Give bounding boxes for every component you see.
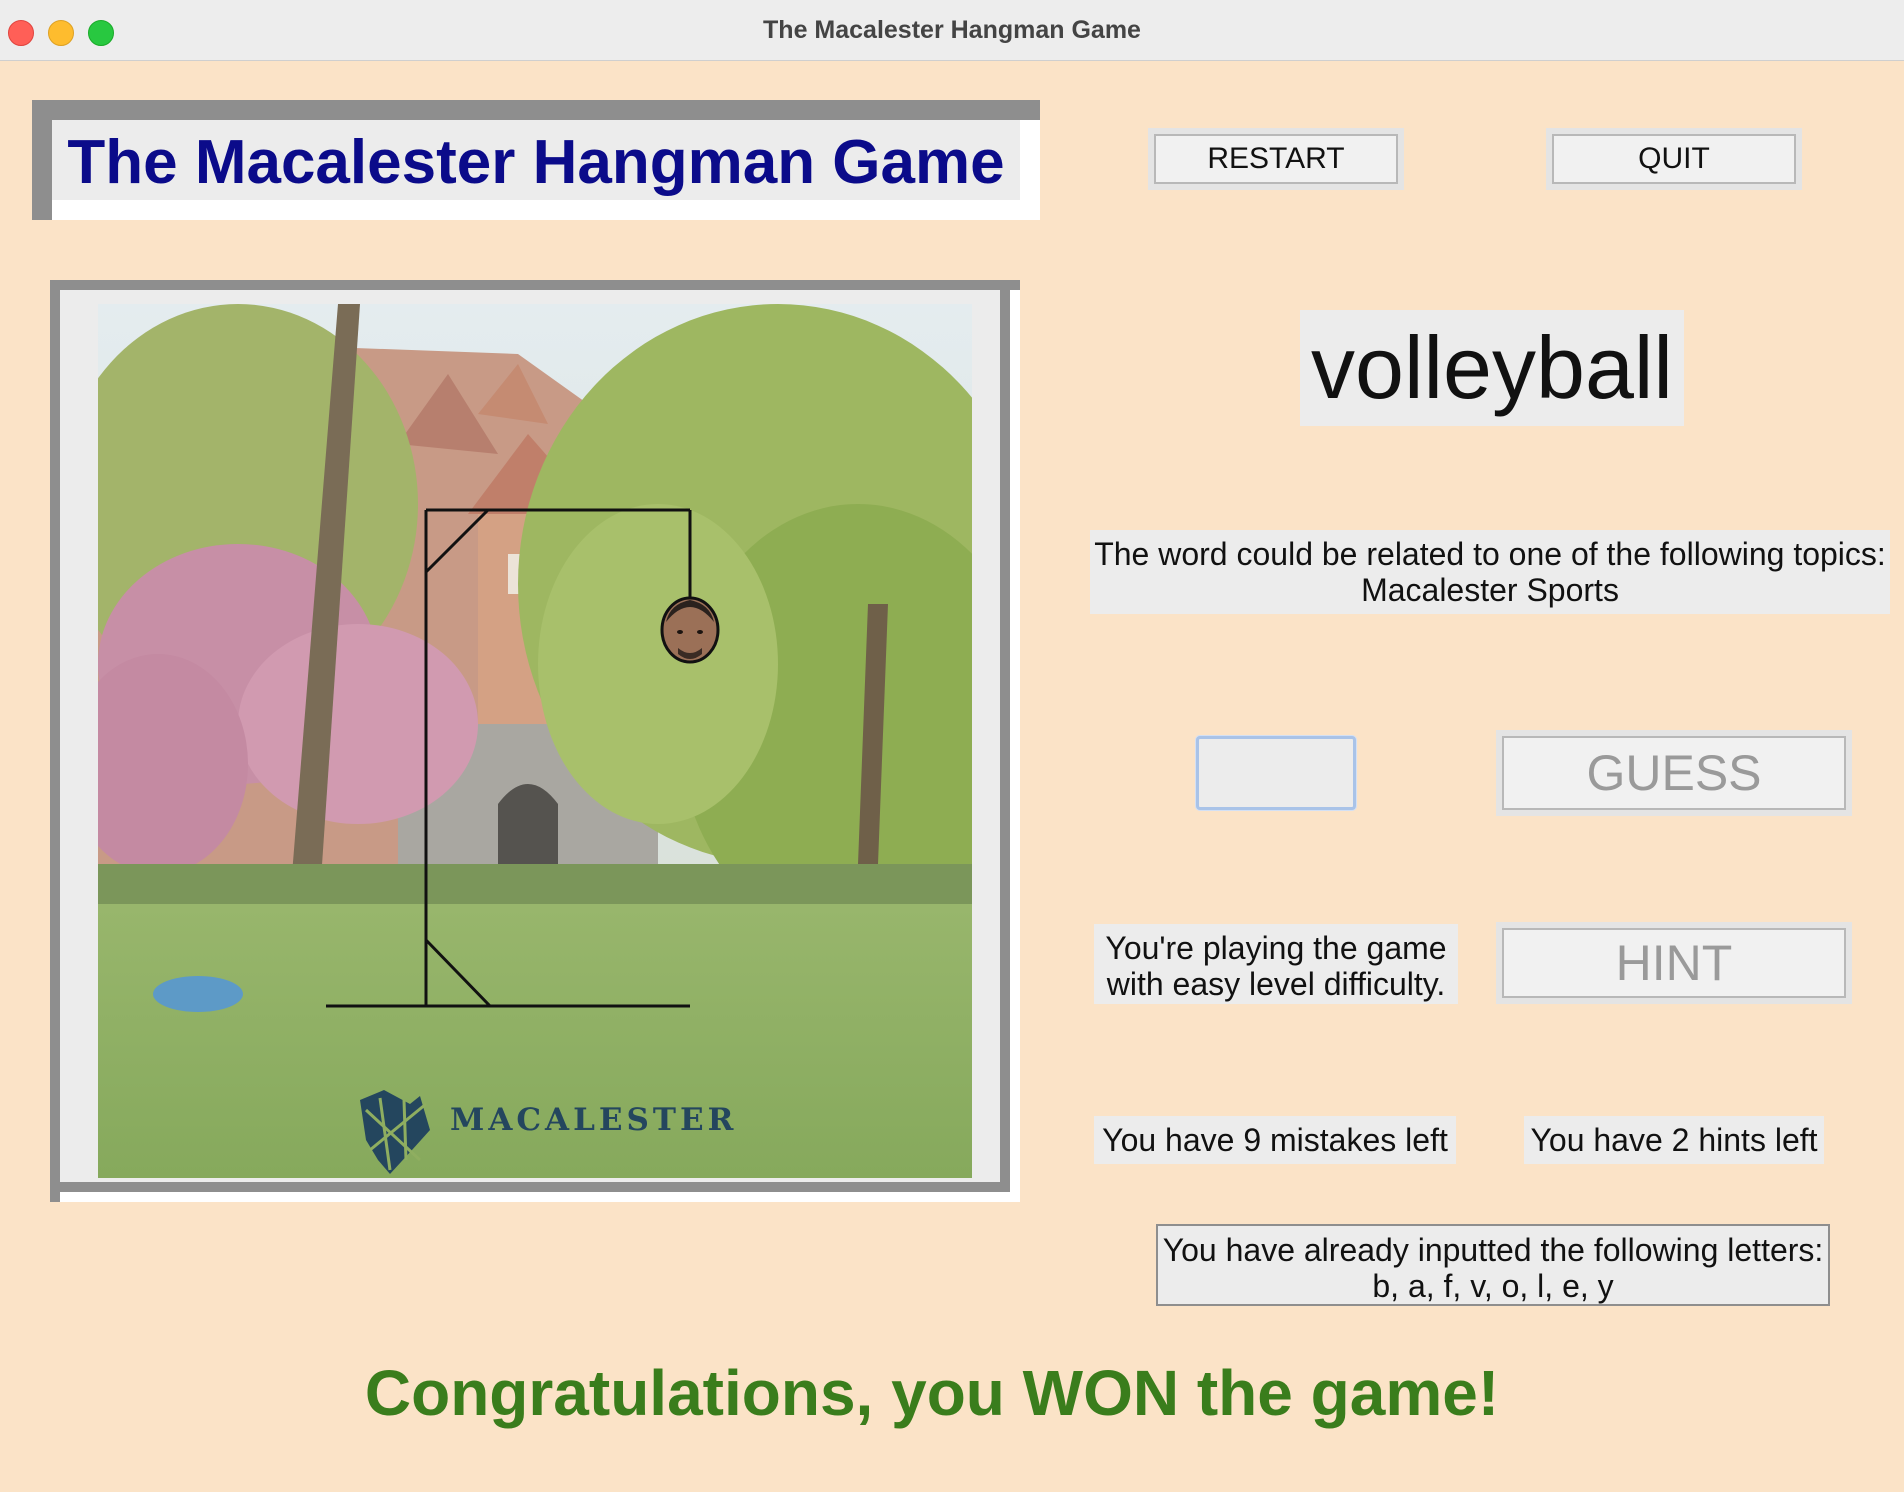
hints-left-label: You have 2 hints left xyxy=(1524,1116,1824,1164)
guess-input[interactable] xyxy=(1196,736,1356,810)
topic-label: The word could be related to one of the … xyxy=(1090,530,1890,614)
difficulty-line-1: You're playing the game xyxy=(1105,930,1447,966)
difficulty-line-2: with easy level difficulty. xyxy=(1106,966,1446,1002)
guess-button[interactable]: GUESS xyxy=(1502,736,1846,810)
quit-button-wrap: QUIT xyxy=(1546,128,1802,190)
used-letters-label: You have already inputted the following … xyxy=(1156,1224,1830,1306)
restart-button-wrap: RESTART xyxy=(1148,128,1404,190)
topic-line-1: The word could be related to one of the … xyxy=(1094,536,1886,572)
macalester-logo-text: MACALESTER xyxy=(450,1102,738,1138)
restart-button[interactable]: RESTART xyxy=(1154,134,1398,184)
hint-button-wrap: HINT xyxy=(1496,922,1852,1004)
quit-button[interactable]: QUIT xyxy=(1552,134,1796,184)
difficulty-label: You're playing the game with easy level … xyxy=(1094,924,1458,1004)
used-letters-line-1: You have already inputted the following … xyxy=(1162,1232,1824,1268)
window-title: The Macalester Hangman Game xyxy=(763,16,1141,44)
topic-line-2: Macalester Sports xyxy=(1361,572,1619,608)
hint-button[interactable]: HINT xyxy=(1502,928,1846,998)
mistakes-left-label: You have 9 mistakes left xyxy=(1094,1116,1456,1164)
hangman-head xyxy=(660,596,720,664)
used-letters-line-2: b, a, f, v, o, l, e, y xyxy=(1372,1268,1614,1304)
hangman-image xyxy=(98,304,972,1178)
secret-word-display: volleyball xyxy=(1300,310,1684,426)
result-message: Congratulations, you WON the game! xyxy=(364,1357,1500,1429)
guess-button-wrap: GUESS xyxy=(1496,730,1852,816)
page-title: The Macalester Hangman Game xyxy=(52,120,1020,200)
